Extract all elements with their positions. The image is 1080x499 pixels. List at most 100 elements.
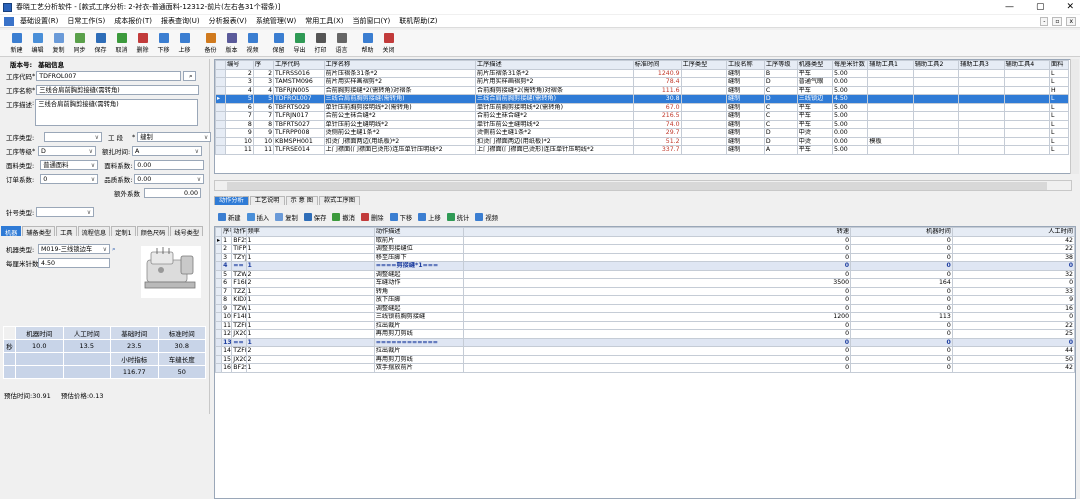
table-row[interactable]: 8KIDX1放下压脚009 <box>215 295 1075 305</box>
toolbar-button[interactable]: 版本 <box>221 30 242 56</box>
table-row[interactable]: 4 == 1 ====剪接缝*1=== 0 0 0 <box>215 261 1075 271</box>
table-cell[interactable]: 5 <box>225 94 254 104</box>
table-cell[interactable]: 转角 <box>373 286 465 296</box>
table-cell[interactable]: 0 <box>463 354 852 364</box>
table-cell[interactable] <box>1003 68 1050 78</box>
table-cell[interactable]: TDFROL007 <box>273 94 325 104</box>
table-cell[interactable]: 1 <box>245 320 375 330</box>
table-cell[interactable]: 合前公主袜合缝*2 <box>323 111 476 121</box>
table-cell[interactable]: 扣烫门襟面两边(用纸板)*2 <box>323 136 476 146</box>
table-cell[interactable]: 1 <box>221 235 233 245</box>
toolbar-button[interactable]: 保留 <box>268 30 289 56</box>
tab-motion-analysis[interactable]: 动作分析 <box>214 196 249 205</box>
table-cell[interactable]: 3500 <box>463 278 852 288</box>
menu-item[interactable]: 分析报表(V) <box>209 16 247 26</box>
table-cell[interactable]: 12 <box>221 329 233 339</box>
panel-toolbar-button[interactable]: 上移 <box>418 213 441 222</box>
table-row[interactable]: 11TZFP1拉出裁片0022 <box>215 320 1075 330</box>
close-icon[interactable]: ✕ <box>1066 2 1074 12</box>
table-cell[interactable] <box>867 145 914 155</box>
mdi-minimize-icon[interactable]: - <box>1040 17 1049 26</box>
table-cell[interactable]: 44 <box>951 346 1075 356</box>
table-cell[interactable]: 11 <box>225 145 254 155</box>
needle-select[interactable] <box>36 207 95 217</box>
table-row[interactable]: 6F16LC2车缝动作35001640 <box>215 278 1075 288</box>
column-header[interactable]: 辅助工具1 <box>867 60 914 70</box>
menu-item[interactable]: 日常工作(S) <box>67 16 105 26</box>
table-cell[interactable]: 5.00 <box>831 119 869 129</box>
table-cell[interactable]: 164 <box>850 278 953 288</box>
table-cell[interactable]: D <box>763 94 798 104</box>
panel-toolbar-button[interactable]: 删除 <box>360 213 384 222</box>
table-cell[interactable] <box>1003 136 1050 146</box>
column-header[interactable]: 每厘米针数 <box>831 60 869 70</box>
table-cell[interactable]: TZWQ <box>231 269 247 279</box>
table-cell[interactable]: JX2C <box>231 354 247 364</box>
vertical-scrollbar[interactable] <box>1070 59 1079 174</box>
tab-color-size[interactable]: 颜色尺码 <box>136 226 170 237</box>
table-cell[interactable]: 4 <box>252 85 275 95</box>
table-cell[interactable]: 0 <box>951 261 1075 271</box>
table-cell[interactable]: 平车 <box>796 145 833 155</box>
table-cell[interactable]: 0.00 <box>831 128 869 138</box>
menu-item[interactable]: 联机帮助(Z) <box>399 16 437 26</box>
table-row[interactable]: 12JX2C1再用剪刀剪线0025 <box>215 329 1075 339</box>
table-cell[interactable]: 3 <box>252 77 275 87</box>
table-cell[interactable]: 1 <box>245 303 375 313</box>
table-cell[interactable]: 调整缝起 <box>373 269 465 279</box>
toolbar-button[interactable]: 复制 <box>48 30 69 56</box>
table-cell[interactable]: TLFRSE014 <box>273 145 325 155</box>
table-cell[interactable] <box>912 94 960 104</box>
toolbar-button[interactable]: 打印 <box>310 30 331 56</box>
column-header[interactable]: 动作描述 <box>373 227 465 237</box>
table-cell[interactable]: 前片压褶条31条*2 <box>323 68 476 78</box>
tab-style-process-chart[interactable]: 款式工序图 <box>319 196 360 205</box>
table-cell[interactable] <box>1003 85 1050 95</box>
horizontal-scrollbar[interactable] <box>214 180 1072 191</box>
table-cell[interactable]: 放下压脚 <box>373 295 465 305</box>
table-cell[interactable]: A <box>763 145 798 155</box>
mdi-restore-icon[interactable]: ▫ <box>1052 17 1063 26</box>
table-cell[interactable]: 缝制 <box>725 102 765 112</box>
column-header[interactable]: 工段名称 <box>725 60 765 70</box>
table-cell[interactable]: ====剪接缝*1=== <box>373 261 465 271</box>
table-cell[interactable]: 16 <box>951 303 1075 313</box>
table-row[interactable]: 2 2 TLFRSS016 前片压褶条31条*2 前片压褶条31条*2 1240.9 缝制 B… <box>215 68 1070 78</box>
table-cell[interactable]: 0 <box>463 235 852 245</box>
table-cell[interactable]: 合前胸剪接缝*2(需转角)对褶条 <box>474 85 634 95</box>
table-cell[interactable] <box>912 145 960 155</box>
table-row[interactable]: 7 TZZJ 1 转角 0 0 33 <box>215 286 1075 296</box>
table-cell[interactable] <box>958 128 1005 138</box>
table-cell[interactable] <box>958 119 1005 129</box>
toolbar-button[interactable]: 新建 <box>6 30 27 56</box>
table-cell[interactable]: 0 <box>463 346 852 356</box>
table-cell[interactable] <box>867 102 914 112</box>
minimize-icon[interactable]: — <box>1005 2 1014 12</box>
table-cell[interactable]: 平车 <box>796 119 833 129</box>
table-cell[interactable]: 缝制 <box>725 119 765 129</box>
panel-toolbar-button[interactable]: 撤消 <box>332 213 355 222</box>
table-row[interactable]: 14TZFP2拉出裁片0044 <box>215 346 1075 356</box>
search-icon[interactable]: ⌕ <box>183 71 197 81</box>
table-cell[interactable]: 113 <box>850 312 953 322</box>
table-cell[interactable]: L <box>1048 68 1070 78</box>
table-cell[interactable]: 13 <box>221 337 233 347</box>
table-row[interactable]: 8 8 TBFRTS027 单针压前公主缝明线*2 单针压前公主缝明线*2 74.0 缝制 C… <box>215 119 1070 129</box>
table-cell[interactable]: 0 <box>463 286 852 296</box>
menu-item[interactable]: 常用工具(X) <box>305 16 343 26</box>
table-cell[interactable]: 2 <box>245 278 375 288</box>
tab-diagram[interactable]: 示 意 图 <box>285 196 318 205</box>
table-cell[interactable]: 2 <box>252 68 275 78</box>
table-cell[interactable]: 6 <box>252 102 275 112</box>
table-cell[interactable]: 9 <box>951 295 1075 305</box>
column-header[interactable]: 序 <box>252 60 275 70</box>
table-cell[interactable]: 再用剪刀剪线 <box>373 354 465 364</box>
table-cell[interactable]: 0 <box>463 269 852 279</box>
table-cell[interactable] <box>867 68 914 78</box>
table-cell[interactable]: 2 <box>245 354 375 364</box>
column-header[interactable]: 辅助工具2 <box>912 60 960 70</box>
table-cell[interactable]: 0 <box>463 337 852 347</box>
table-cell[interactable]: 42 <box>951 363 1075 373</box>
table-cell[interactable]: 缝制 <box>725 128 765 138</box>
table-cell[interactable]: TAMSTM096 <box>273 77 325 87</box>
